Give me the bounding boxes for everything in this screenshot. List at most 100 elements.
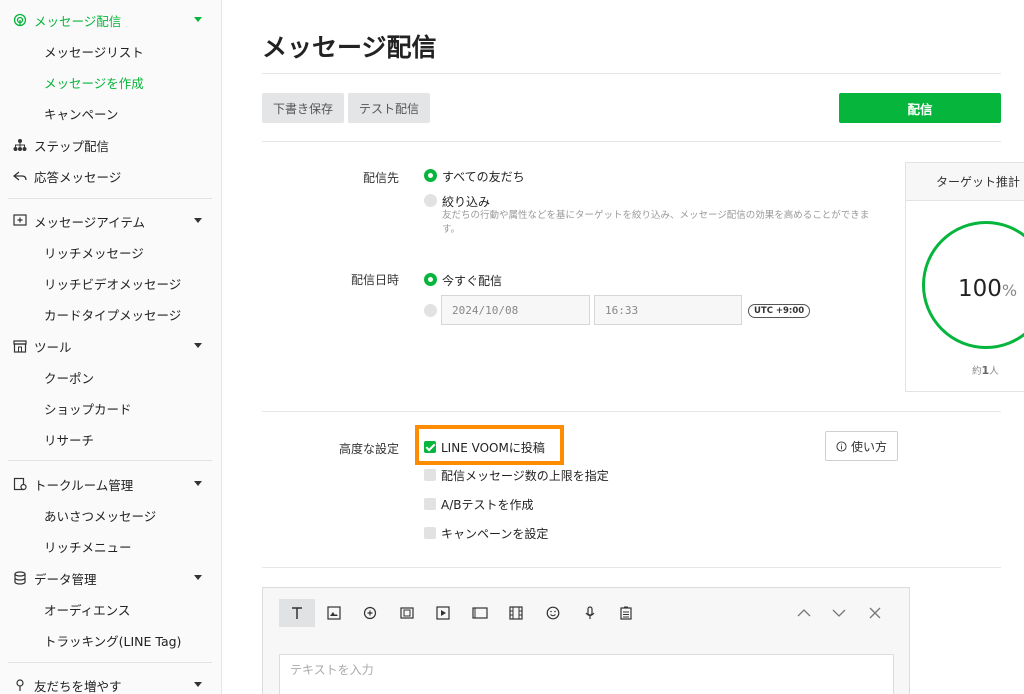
sidebar-group-label: データ管理 [34,571,97,587]
date-input[interactable]: 2024/10/08 [441,295,590,325]
sidebar-item-card-message[interactable]: カードタイプメッセージ [0,300,221,328]
chevron-down-icon[interactable] [194,343,202,348]
filter-help-text: 友だちの行動や属性などを基にターゲットを絞り込み、メッセージ配信の効果を高めるこ… [442,210,870,235]
target-unit: % [1001,281,1018,300]
message-text-input[interactable]: テキストを入力 [279,654,894,694]
checkbox-ab-test[interactable] [424,498,436,510]
timezone-badge: UTC +9:00 [748,304,811,318]
sidebar-item-label: リサーチ [44,432,95,448]
location-icon [12,677,28,693]
sidebar-group-message-items[interactable]: メッセージアイテム [0,207,221,235]
sidebar: メッセージ配信 メッセージリスト メッセージを作成 キャンペーン ステップ配信 … [0,0,222,694]
checkbox-campaign[interactable] [424,527,436,539]
video-icon[interactable] [430,600,456,626]
how-to-use-label: 使い方 [850,439,887,454]
broadcast-icon [12,12,28,28]
sidebar-item-label: クーポン [44,370,95,386]
target-estimate-panel: ターゲット推計 100% 約1人 [905,162,1024,392]
chevron-down-icon[interactable] [194,218,202,223]
sidebar-divider [8,662,212,663]
sidebar-group-talk-room[interactable]: トークルーム管理 [0,470,221,498]
sidebar-item-label: リッチビデオメッセージ [44,276,182,292]
sidebar-item-shop-card[interactable]: ショップカード [0,394,221,422]
sidebar-group-tools[interactable]: ツール [0,332,221,360]
radio-send-now[interactable] [424,273,437,286]
emoji-icon[interactable] [540,600,566,626]
chevron-down-icon[interactable] [194,17,202,22]
target-count: 約1人 [972,363,999,377]
sticker-icon[interactable] [357,600,383,626]
checkbox-message-limit[interactable] [424,469,436,481]
radio-scheduled[interactable] [424,304,437,317]
sidebar-item-label: トラッキング(LINE Tag) [44,633,182,649]
message-limit-label: 配信メッセージ数の上限を指定 [441,469,609,483]
sidebar-item-campaign[interactable]: キャンペーン [0,99,221,127]
database-icon [12,570,28,586]
sidebar-item-audience[interactable]: オーディエンス [0,595,221,623]
divider [262,411,1001,412]
sidebar-item-rich-menu[interactable]: リッチメニュー [0,532,221,560]
sidebar-group-label: トークルーム管理 [34,477,134,493]
how-to-use-button[interactable]: 使い方 [825,431,898,461]
reply-icon [12,168,28,184]
tree-icon [12,137,28,153]
sidebar-group-label: メッセージアイテム [34,214,146,230]
send-button[interactable]: 配信 [839,93,1001,123]
sidebar-item-grow-friends[interactable]: 友だちを増やす [0,671,221,694]
research-icon[interactable] [613,600,639,626]
sidebar-item-label: ステップ配信 [34,138,110,154]
text-icon[interactable] [279,599,315,627]
sidebar-group-data[interactable]: データ管理 [0,564,221,592]
campaign-label: キャンペーンを設定 [441,527,549,541]
sidebar-divider [8,198,212,199]
sidebar-item-auto-reply[interactable]: 応答メッセージ [0,162,221,190]
sidebar-item-rich-video-message[interactable]: リッチビデオメッセージ [0,269,221,297]
radio-filter[interactable] [424,194,437,207]
page-title: メッセージ配信 [262,33,437,62]
target-count-suffix: 人 [989,366,999,377]
info-icon [836,440,847,452]
voice-icon[interactable] [577,600,603,626]
sidebar-item-tracking[interactable]: トラッキング(LINE Tag) [0,626,221,654]
chevron-down-icon[interactable] [194,481,202,486]
sidebar-group-message-delivery[interactable]: メッセージ配信 [0,6,221,34]
target-percentage: 100% [958,276,1017,302]
sidebar-item-research[interactable]: リサーチ [0,425,221,453]
sidebar-item-step-delivery[interactable]: ステップ配信 [0,131,221,159]
sidebar-item-rich-message[interactable]: リッチメッセージ [0,238,221,266]
chevron-up-icon[interactable] [791,600,817,626]
time-input[interactable]: 16:33 [594,295,742,325]
chevron-down-icon[interactable] [194,575,202,580]
chat-settings-icon [12,476,28,492]
target-value: 100 [958,276,1002,302]
option-all-friends-label: すべての友だち [442,170,525,184]
divider [262,73,1001,74]
sidebar-item-label: リッチメッセージ [44,245,144,261]
radio-all-friends[interactable] [424,169,437,182]
store-icon [12,338,28,354]
rich-video-icon[interactable] [503,600,529,626]
chevron-down-icon[interactable] [826,600,852,626]
sidebar-item-coupon[interactable]: クーポン [0,363,221,391]
sidebar-item-create-message[interactable]: メッセージを作成 [0,68,221,96]
chevron-down-icon[interactable] [194,682,202,687]
sidebar-item-greeting[interactable]: あいさつメッセージ [0,501,221,529]
sidebar-item-message-list[interactable]: メッセージリスト [0,37,221,65]
test-send-button[interactable]: テスト配信 [348,93,430,123]
sidebar-item-label: 友だちを増やす [34,678,122,694]
target-count-prefix: 約 [972,366,982,377]
coupon-icon[interactable] [394,600,420,626]
advanced-settings-label: 高度な設定 [338,442,399,456]
sidebar-item-label: 応答メッセージ [34,169,122,185]
highlight-box [415,425,564,465]
image-icon[interactable] [321,600,347,626]
card-icon[interactable] [467,600,493,626]
save-draft-button[interactable]: 下書き保存 [262,93,344,123]
sidebar-group-label: ツール [34,339,72,355]
add-message-icon [12,213,28,229]
sidebar-item-label: オーディエンス [44,602,131,618]
recipients-label: 配信先 [362,171,399,185]
sidebar-divider [8,460,212,461]
close-icon[interactable] [862,600,888,626]
sidebar-item-label: メッセージリスト [44,44,144,60]
